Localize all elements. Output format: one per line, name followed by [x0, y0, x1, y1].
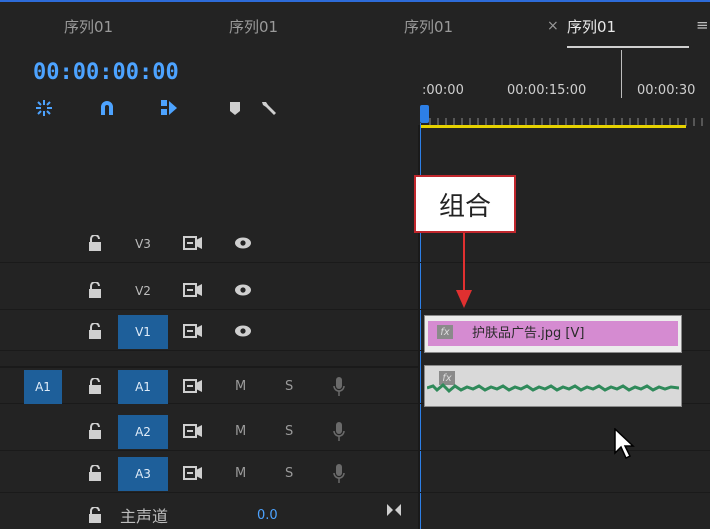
nest-sequence-icon[interactable] — [33, 97, 55, 119]
track-name-v3[interactable]: V3 — [118, 227, 168, 261]
active-tab-underline — [567, 46, 689, 48]
tab-sequence-3[interactable]: 序列01 — [404, 16, 453, 37]
ruler-ticks[interactable] — [420, 112, 710, 126]
track-lane-a2[interactable] — [420, 413, 710, 451]
group-callout: 组合 — [414, 175, 516, 233]
lock-icon[interactable] — [88, 423, 102, 439]
lock-icon[interactable] — [88, 465, 102, 481]
mute-button-a1[interactable]: M — [235, 379, 246, 394]
mute-button-a3[interactable]: M — [235, 466, 246, 481]
go-to-in-out-icon[interactable] — [386, 503, 402, 517]
audio-waveform — [427, 382, 679, 394]
track-header-v1: V1 — [0, 313, 418, 351]
lock-icon[interactable] — [88, 323, 102, 339]
track-name-a3[interactable]: A3 — [118, 457, 168, 491]
ruler-divider — [621, 50, 622, 98]
microphone-icon[interactable] — [333, 421, 345, 443]
tab-sequence-1[interactable]: 序列01 — [64, 16, 113, 37]
master-volume-value[interactable]: 0.0 — [257, 508, 278, 523]
track-lane-a3[interactable] — [420, 455, 710, 493]
eye-icon[interactable] — [234, 324, 252, 338]
lock-icon[interactable] — [88, 507, 102, 523]
linked-selection-icon[interactable] — [158, 97, 180, 119]
mute-button-a2[interactable]: M — [235, 424, 246, 439]
track-name-v2[interactable]: V2 — [118, 274, 168, 308]
track-header-a3: A3 M S — [0, 455, 418, 493]
lock-icon[interactable] — [88, 235, 102, 251]
master-track-label: 主声道 — [120, 507, 169, 526]
snap-magnet-icon[interactable] — [96, 97, 118, 119]
tab-sequence-2[interactable]: 序列01 — [229, 16, 278, 37]
sync-lock-film-icon[interactable] — [183, 323, 203, 339]
solo-button-a1[interactable]: S — [285, 379, 293, 394]
sequence-tab-bar: 序列01 序列01 序列01 × 序列01 ≡ — [0, 0, 710, 52]
solo-button-a3[interactable]: S — [285, 466, 293, 481]
source-patch-a1[interactable]: A1 — [24, 370, 62, 404]
tab-close-icon[interactable]: × — [547, 18, 559, 34]
track-header-v2: V2 — [0, 272, 418, 310]
playhead-handle[interactable] — [420, 105, 429, 123]
eye-icon[interactable] — [234, 236, 252, 250]
fx-badge: fx — [437, 325, 453, 339]
sync-lock-film-icon[interactable] — [183, 378, 203, 394]
ruler-time-30: 00:00:30 — [637, 83, 696, 98]
track-header-a2: A2 M S — [0, 413, 418, 451]
lock-icon[interactable] — [88, 378, 102, 394]
microphone-icon[interactable] — [333, 376, 345, 398]
track-name-a1[interactable]: A1 — [118, 370, 168, 404]
track-header-v3: V3 — [0, 225, 418, 263]
tab-sequence-active[interactable]: 序列01 — [567, 16, 616, 37]
panel-menu-icon[interactable]: ≡ — [696, 16, 709, 34]
callout-arrow-line — [463, 233, 465, 293]
sync-lock-film-icon[interactable] — [183, 282, 203, 298]
track-header-a1: A1 A1 M S — [0, 366, 418, 404]
video-clip-label: 护肤品广告.jpg [V] — [472, 326, 585, 341]
ruler-time-15: 00:00:15:00 — [507, 83, 587, 98]
sync-lock-film-icon[interactable] — [183, 423, 203, 439]
eye-icon[interactable] — [234, 283, 252, 297]
mouse-cursor-icon — [614, 428, 635, 460]
playhead-timecode[interactable]: 00:00:00:00 — [33, 60, 179, 85]
track-name-v1[interactable]: V1 — [118, 315, 168, 349]
audio-clip[interactable]: fx — [424, 365, 682, 407]
ruler-time-0: :00:00 — [422, 83, 464, 98]
callout-arrow-head — [456, 290, 472, 308]
track-name-a2[interactable]: A2 — [118, 415, 168, 449]
timeline-settings-wrench-icon[interactable] — [258, 97, 280, 119]
sync-lock-film-icon[interactable] — [183, 465, 203, 481]
solo-button-a2[interactable]: S — [285, 424, 293, 439]
add-marker-icon[interactable] — [224, 97, 246, 119]
work-area-bar[interactable] — [420, 125, 686, 128]
video-clip[interactable]: fx 护肤品广告.jpg [V] — [424, 315, 682, 353]
sync-lock-film-icon[interactable] — [183, 235, 203, 251]
microphone-icon[interactable] — [333, 463, 345, 485]
lock-icon[interactable] — [88, 282, 102, 298]
